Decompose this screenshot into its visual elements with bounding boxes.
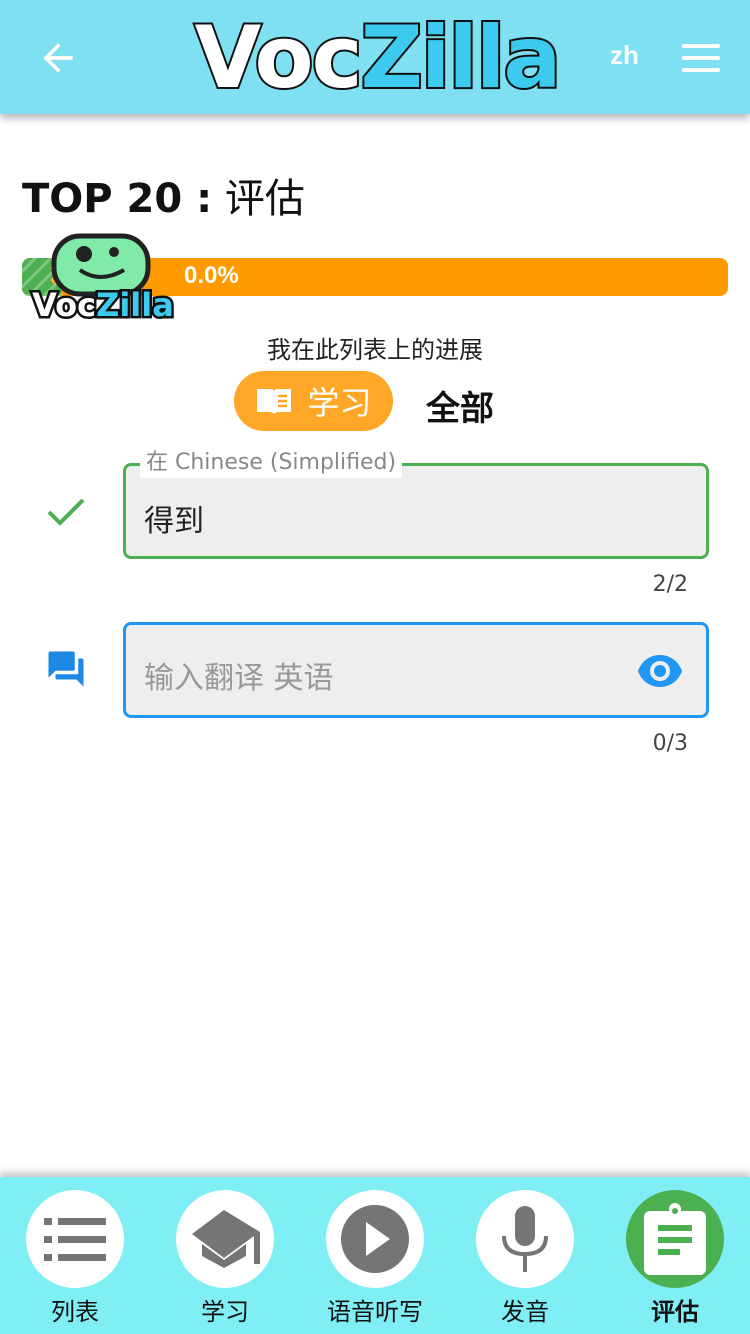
learn-filter-button[interactable]: 学习 xyxy=(234,371,393,431)
nav-dictation[interactable]: 语音听写 xyxy=(300,1190,450,1327)
language-selector[interactable]: zh xyxy=(610,40,639,71)
source-language-label: 在 Chinese (Simplified) xyxy=(140,448,403,478)
back-arrow-icon[interactable] xyxy=(36,36,80,80)
hamburger-menu-icon[interactable] xyxy=(682,44,720,72)
translation-input[interactable]: 输入翻译 英语 xyxy=(123,622,709,718)
translation-count: 0/3 xyxy=(652,731,688,756)
translation-placeholder: 输入翻译 英语 xyxy=(144,661,334,696)
top-app-bar: VocZilla zh xyxy=(0,0,750,114)
voczilla-logo: VocZilla xyxy=(193,8,564,108)
list-icon xyxy=(44,1218,106,1261)
nav-pronunciation[interactable]: 发音 xyxy=(450,1190,600,1327)
check-icon xyxy=(47,498,85,526)
clipboard-icon xyxy=(644,1203,706,1275)
source-count: 2/2 xyxy=(652,572,688,597)
svg-text:VocZilla: VocZilla xyxy=(32,286,174,324)
voczilla-mascot-icon: VocZilla xyxy=(30,233,176,324)
play-circle-icon xyxy=(341,1205,409,1273)
learn-label: 学习 xyxy=(307,384,372,422)
nav-label: 学习 xyxy=(201,1298,249,1326)
source-word: 得到 xyxy=(144,504,204,539)
nav-label: 语音听写 xyxy=(327,1298,423,1326)
nav-list[interactable]: 列表 xyxy=(0,1190,150,1327)
graduation-cap-icon xyxy=(192,1210,260,1268)
eye-icon[interactable] xyxy=(636,653,684,689)
nav-assessment[interactable]: 评估 xyxy=(600,1190,750,1327)
microphone-icon xyxy=(502,1206,548,1272)
progress-caption: 我在此列表上的进展 xyxy=(267,336,483,364)
page-title: TOP 20 : 评估 xyxy=(22,176,305,222)
source-word-field: 在 Chinese (Simplified) 得到 xyxy=(123,448,709,559)
bottom-navigation: 列表 学习 语音听写 发音 评估 xyxy=(0,1177,750,1334)
book-icon xyxy=(257,389,292,414)
chat-bubbles-icon xyxy=(48,651,84,687)
nav-label: 发音 xyxy=(501,1298,549,1326)
progress-percent: 0.0% xyxy=(184,262,239,289)
nav-learn[interactable]: 学习 xyxy=(150,1190,300,1327)
nav-label: 评估 xyxy=(651,1298,699,1326)
nav-label: 列表 xyxy=(51,1298,99,1326)
all-filter-button[interactable]: 全部 xyxy=(426,381,494,430)
